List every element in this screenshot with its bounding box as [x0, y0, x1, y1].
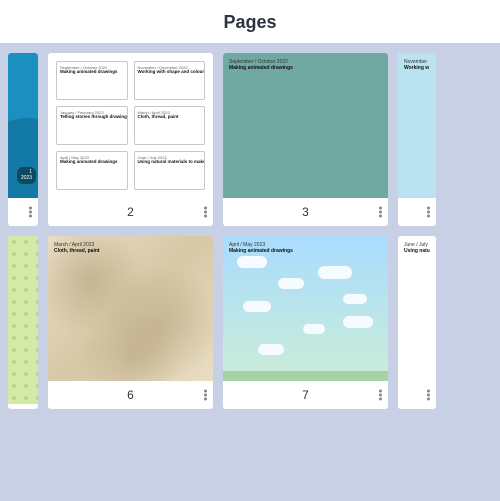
thumbnail: March / April 2023 Cloth, thread, paint	[48, 236, 213, 381]
pages-row: 1 2023 September / October 2022Making an…	[0, 53, 500, 226]
page-card[interactable]: April / May 2023 Making animated drawing…	[223, 236, 388, 409]
page-card[interactable]: September / October 2022 Making animated…	[223, 53, 388, 226]
title-label: Cloth, thread, paint	[54, 248, 207, 254]
kebab-icon[interactable]	[204, 390, 207, 401]
page-title: Pages	[0, 0, 500, 43]
title-label: Making animated drawings	[229, 65, 382, 71]
page-card-cover[interactable]: 1 2023	[8, 53, 38, 226]
title-label: Making animated drawings	[229, 248, 382, 254]
card-footer: 7	[223, 381, 388, 409]
page-card[interactable]: September / October 2022Making animated …	[48, 53, 213, 226]
page-number: 7	[302, 388, 309, 402]
pages-row: March / April 2023 Cloth, thread, paint …	[0, 236, 500, 409]
card-footer: 3	[223, 198, 388, 226]
grid-cell: April / May 2023Making animated drawings	[56, 151, 128, 190]
kebab-icon[interactable]	[427, 390, 430, 401]
kebab-icon[interactable]	[204, 207, 207, 218]
card-footer: 6	[48, 381, 213, 409]
page-number: 6	[127, 388, 134, 402]
kebab-icon[interactable]	[379, 390, 382, 401]
thumbnail-cover: 1 2023	[8, 53, 38, 198]
page-card[interactable]: June / July Using natu	[398, 236, 436, 409]
badge-year: 1 2023	[17, 167, 36, 184]
grid-cell: March / April 2023Cloth, thread, paint	[134, 106, 206, 145]
kebab-icon[interactable]	[379, 207, 382, 218]
title-label: Using natu	[404, 248, 430, 254]
thumbnail	[8, 236, 38, 404]
page-card[interactable]: March / April 2023 Cloth, thread, paint …	[48, 236, 213, 409]
badge-line: 2023	[21, 176, 32, 182]
card-footer	[398, 198, 436, 226]
page-number: 3	[302, 205, 309, 219]
grid-cell: June / July 2023Using natural materials …	[134, 151, 206, 190]
kebab-icon[interactable]	[29, 207, 32, 218]
page-number: 2	[127, 205, 134, 219]
grid-cell: January / February 2023Telling stories t…	[56, 106, 128, 145]
thumbnail: April / May 2023 Making animated drawing…	[223, 236, 388, 381]
grid-cell: November / December 2022Working with sha…	[134, 61, 206, 100]
card-footer: 2	[48, 198, 213, 226]
card-footer	[398, 381, 436, 409]
page-card[interactable]: November Working w	[398, 53, 436, 226]
thumbnail: November Working w	[398, 53, 436, 198]
pages-canvas: 1 2023 September / October 2022Making an…	[0, 43, 500, 501]
thumbnail: September / October 2022 Making animated…	[223, 53, 388, 198]
kebab-icon[interactable]	[427, 207, 430, 218]
card-footer	[8, 198, 38, 226]
grid-cell: September / October 2022Making animated …	[56, 61, 128, 100]
thumbnail: June / July Using natu	[398, 236, 436, 381]
title-label: Working w	[404, 65, 430, 71]
page-card[interactable]	[8, 236, 38, 409]
thumbnail-grid: September / October 2022Making animated …	[48, 53, 213, 198]
